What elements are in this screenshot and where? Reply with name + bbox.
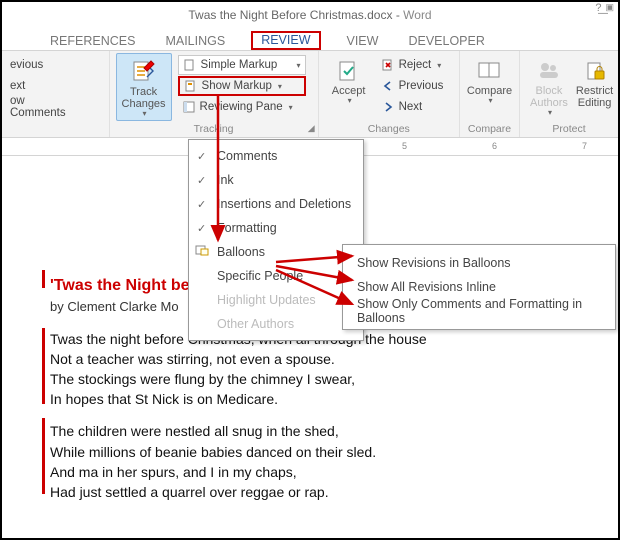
doc-line: Not a teacher was stirring, not even a s… [50,350,604,368]
reject-button[interactable]: Reject▾ [377,55,448,75]
chevron-down-icon: ▾ [488,97,492,106]
restrict-editing-icon [580,57,610,85]
change-bar [42,418,45,494]
check-icon: ✓ [197,198,206,211]
chevron-down-icon: ▾ [143,110,147,119]
doc-line: In hopes that St Nick is on Medicare. [50,390,604,408]
compare-icon [475,57,505,85]
group-changes: Accept ▾ Reject▾ Previous Next Changes [319,51,460,137]
menu-item-highlight-updates: Highlight Updates [189,288,363,312]
tab-mailings[interactable]: MAILINGS [161,32,229,50]
previous-change-button[interactable]: Previous [377,76,448,96]
doc-line: The stockings were flung by the chimney … [50,370,604,388]
tab-developer[interactable]: DEVELOPER [404,32,488,50]
ribbon: evious ext ow Comments Track Changes ▾ S… [2,50,618,138]
group-compare: Compare ▾ Compare [460,51,520,137]
menu-item-ink[interactable]: ✓Ink [189,168,363,192]
reviewing-pane-dropdown[interactable]: Reviewing Pane ▾ [178,97,306,117]
show-markup-menu: ✓Comments ✓Ink ✓Insertions and Deletions… [188,139,364,341]
group-comments: evious ext ow Comments [2,51,110,137]
menu-item-show-revisions-inline[interactable]: Show All Revisions Inline [343,275,615,299]
ribbon-tabs: REFERENCES MAILINGS REVIEW VIEW DEVELOPE… [2,28,618,50]
check-icon: ✓ [197,222,206,235]
show-markup-dropdown[interactable]: Show Markup ▾ [178,76,306,96]
group-label-tracking: Tracking [110,123,318,135]
menu-item-insertions-deletions[interactable]: ✓Insertions and Deletions [189,192,363,216]
chevron-down-icon: ▾ [278,82,282,91]
accept-button[interactable]: Accept ▾ [325,53,373,121]
reject-icon [381,58,395,72]
minimize-button[interactable]: — [588,2,618,24]
reviewing-pane-icon [182,100,196,114]
menu-item-show-only-comments[interactable]: Show Only Comments and Formatting in Bal… [343,299,615,323]
chevron-down-icon: ▾ [289,103,293,112]
menu-item-other-authors: Other Authors [189,312,363,336]
group-label-changes: Changes [319,123,459,135]
title-bar: Twas the Night Before Christmas.docx - W… [2,2,618,28]
change-bar [42,328,45,404]
next-comment-button[interactable]: ext [6,76,66,96]
next-icon [381,100,395,114]
change-bar [42,270,45,288]
menu-item-show-revisions-balloons[interactable]: Show Revisions in Balloons [343,251,615,275]
group-protect: Block Authors ▾ Restrict Editing Protect [520,51,618,137]
check-icon: ✓ [197,150,206,163]
doc-title: Twas the Night Before Christmas.docx [188,8,392,22]
chevron-down-icon: ▾ [297,61,301,70]
show-markup-icon [184,79,198,93]
chevron-down-icon: ▾ [437,61,441,70]
track-changes-button[interactable]: Track Changes ▾ [116,53,172,121]
tab-review[interactable]: REVIEW [251,31,320,50]
previous-icon [381,79,395,93]
accept-icon [334,57,364,85]
menu-item-comments[interactable]: ✓Comments [189,144,363,168]
group-tracking: Track Changes ▾ Simple Markup ▾ Show Mar… [110,51,319,137]
next-change-button[interactable]: Next [377,97,448,117]
menu-item-specific-people[interactable]: Specific People▶ [189,264,363,288]
doc-line: The children were nestled all snug in th… [50,422,604,440]
app-name: Word [403,8,431,22]
block-authors-button[interactable]: Block Authors ▾ [526,53,572,121]
doc-line: Had just settled a quarrel over reggae o… [50,483,604,501]
balloons-submenu: Show Revisions in Balloons Show All Revi… [342,244,616,330]
markup-icon [183,58,197,72]
chevron-down-icon: ▾ [548,109,552,118]
restrict-editing-button[interactable]: Restrict Editing [572,53,617,121]
doc-line: And ma in her spurs, and I in my chaps, [50,463,604,481]
menu-item-balloons[interactable]: Balloons▶ [189,240,363,264]
previous-comment-button[interactable]: evious [6,55,66,75]
show-comments-button[interactable]: ow Comments [6,97,66,117]
chevron-down-icon: ▾ [348,97,352,106]
display-for-review-dropdown[interactable]: Simple Markup ▾ [178,55,306,75]
dialog-launcher-icon[interactable]: ◢ [308,123,315,134]
check-icon: ✓ [197,174,206,187]
menu-item-formatting[interactable]: ✓Formatting [189,216,363,240]
compare-button[interactable]: Compare ▾ [466,53,513,121]
balloons-icon [195,244,211,260]
tab-view[interactable]: VIEW [343,32,383,50]
doc-line: While millions of beanie babies danced o… [50,443,604,461]
tab-references[interactable]: REFERENCES [46,32,139,50]
group-label-compare: Compare [460,123,519,135]
block-authors-icon [534,57,564,85]
track-changes-icon [129,58,159,86]
group-label-protect: Protect [520,123,618,135]
